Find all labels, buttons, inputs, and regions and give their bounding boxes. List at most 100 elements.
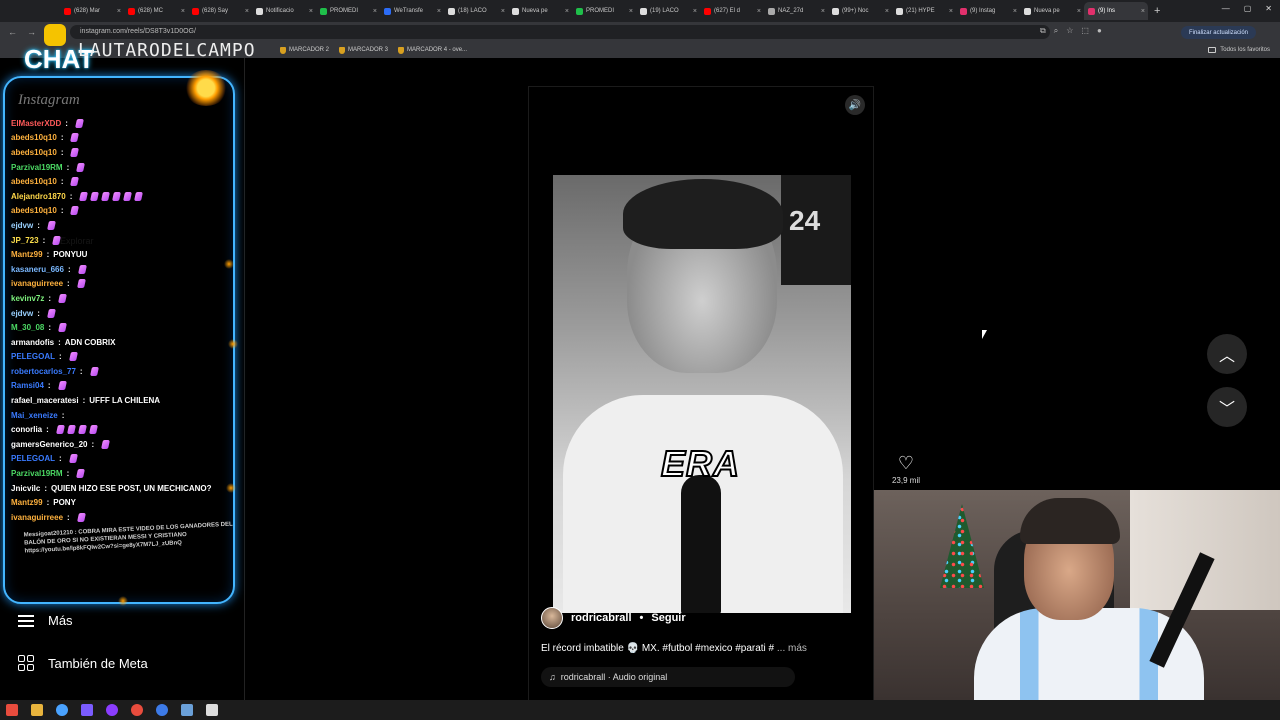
previous-reel-button[interactable]: ︿ [1207,334,1247,374]
emote-icon [77,264,87,274]
close-icon[interactable]: × [373,8,377,15]
also-from-meta-item[interactable]: También de Meta [18,655,148,671]
close-icon[interactable]: × [1141,8,1145,15]
chat-message: abeds10q10: [11,174,231,189]
close-icon[interactable]: × [501,8,505,15]
browser-tab[interactable]: PROMEDI × [316,2,380,20]
reel-username[interactable]: rodricabrall [571,612,632,624]
tab-favicon-icon [960,7,967,15]
streamer-webcam [874,490,1280,700]
chat-message: kevinv7z: [11,291,231,306]
reel-video[interactable]: 24 ERA [553,175,851,613]
browser-tab[interactable]: Nueva pe × [1020,2,1084,20]
install-icon[interactable]: ⧉ [1040,26,1046,36]
extensions-icon[interactable]: ⬚ [1081,26,1089,36]
volume-icon[interactable]: 🔊 [845,95,865,115]
heart-icon[interactable]: ♡ [884,454,928,472]
bookmark-item[interactable]: MARCADOR 3 [339,46,388,54]
close-icon[interactable]: × [629,8,633,15]
close-icon[interactable]: × [437,8,441,15]
close-icon[interactable]: × [693,8,697,15]
browser-tab[interactable]: (9) Ins × [1084,2,1148,20]
profile-icon[interactable]: ● [1097,26,1102,36]
reel-player[interactable]: 🔊 24 ERA rodricabrall • Seguir El récord… [528,86,874,702]
chat-separator: : [46,498,50,508]
close-icon[interactable]: × [885,8,889,15]
back-icon[interactable]: ← [8,27,17,38]
bookmark-item[interactable]: MARCADOR 4 - ove... [398,46,467,54]
chat-message-list: ElMasterXDD: abeds10q10: abeds10q10: Parziv… [11,116,231,525]
chat-message: ElMasterXDD: [11,116,231,131]
app-icon[interactable] [181,704,193,716]
chat-username: Alejandro1870 [11,191,66,201]
zoom-icon[interactable]: ⌕ [1054,26,1058,36]
browser-tab[interactable]: Notificacio × [252,2,316,20]
tab-favicon-icon [384,7,391,15]
more-menu-item[interactable]: Más [18,613,73,628]
os-taskbar [0,700,1280,720]
close-icon[interactable]: × [309,8,313,15]
browser-tab[interactable]: (628) Mar × [60,2,124,20]
browser-toolbar: ← → ↻ instagram.com/reels/DS8T3v1D0OG/ ⧉… [0,22,1280,42]
chat-message: Mai_xeneize: [11,408,231,423]
browser-tab[interactable]: (627) El d × [700,2,764,20]
bookmark-item[interactable]: MARCADOR 2 [280,46,329,54]
next-reel-button[interactable]: ﹀ [1207,387,1247,427]
chat-separator: : [46,250,50,260]
person-hair [623,179,783,249]
minimize-icon[interactable]: — [1222,4,1230,13]
browser-tab[interactable]: (19) LACO × [636,2,700,20]
close-icon[interactable]: × [117,8,121,15]
obs-icon[interactable] [131,704,143,716]
chat-message: abeds10q10: [11,131,231,146]
app-icon[interactable] [206,704,218,716]
browser-tab[interactable]: WeTransfe × [380,2,444,20]
close-icon[interactable]: × [1077,8,1081,15]
address-bar[interactable]: instagram.com/reels/DS8T3v1D0OG/ [70,25,1050,39]
chat-message: Parzival19RM: [11,160,231,175]
close-icon[interactable]: × [821,8,825,15]
browser-tab[interactable]: (99+) Noc × [828,2,892,20]
maximize-icon[interactable]: ▢ [1244,4,1252,13]
browser-tab[interactable]: (18) LACO × [444,2,508,20]
browser-tab[interactable]: (21) HYPE × [892,2,956,20]
avatar[interactable] [541,607,563,629]
browser-tab[interactable]: (628) MC × [124,2,188,20]
new-tab-icon[interactable]: + [1154,5,1160,17]
close-icon[interactable]: × [949,8,953,15]
emote-icon [58,293,67,303]
explorer-icon[interactable] [31,704,43,716]
more-link[interactable]: ... más [777,643,807,654]
like-control[interactable]: ♡ 23,9 mil [884,454,928,485]
close-icon[interactable]: × [1013,8,1017,15]
browser-tab[interactable]: (9) Instag × [956,2,1020,20]
browser-tab[interactable]: Nueva pe × [508,2,572,20]
twitch-icon[interactable] [106,704,118,716]
star-icon[interactable]: ☆ [1066,26,1073,36]
follow-button[interactable]: Seguir [651,612,685,624]
forward-icon[interactable]: → [27,27,36,38]
browser-tab[interactable]: (628) Say × [188,2,252,20]
browser-tab[interactable]: NAZ_27d × [764,2,828,20]
close-icon[interactable]: × [757,8,761,15]
close-icon[interactable]: × [181,8,185,15]
update-button[interactable]: Finalizar actualización [1180,26,1256,39]
browser-tab[interactable]: PROMEDI × [572,2,636,20]
chat-message: JP_723: [11,233,231,248]
chrome-icon[interactable] [56,704,68,716]
all-favorites[interactable]: Todos los favoritos [1208,47,1270,53]
chat-username: ejdvw [11,220,34,230]
chat-message: ejdvw: [11,218,231,233]
app-icon[interactable] [81,704,93,716]
tab-favicon-icon [1088,7,1095,15]
close-icon[interactable]: × [565,8,569,15]
background-wall: 24 [781,175,851,285]
close-window-icon[interactable]: ✕ [1265,4,1272,13]
chat-username: Jnicvilc [11,483,41,493]
start-icon[interactable] [6,704,18,716]
close-icon[interactable]: × [245,8,249,15]
chevron-up-icon: ︿ [1218,348,1235,365]
sun-emblem-icon [184,70,228,106]
browser-icon[interactable] [156,704,168,716]
reel-audio[interactable]: ♫ rodricabrall · Audio original [541,667,795,687]
